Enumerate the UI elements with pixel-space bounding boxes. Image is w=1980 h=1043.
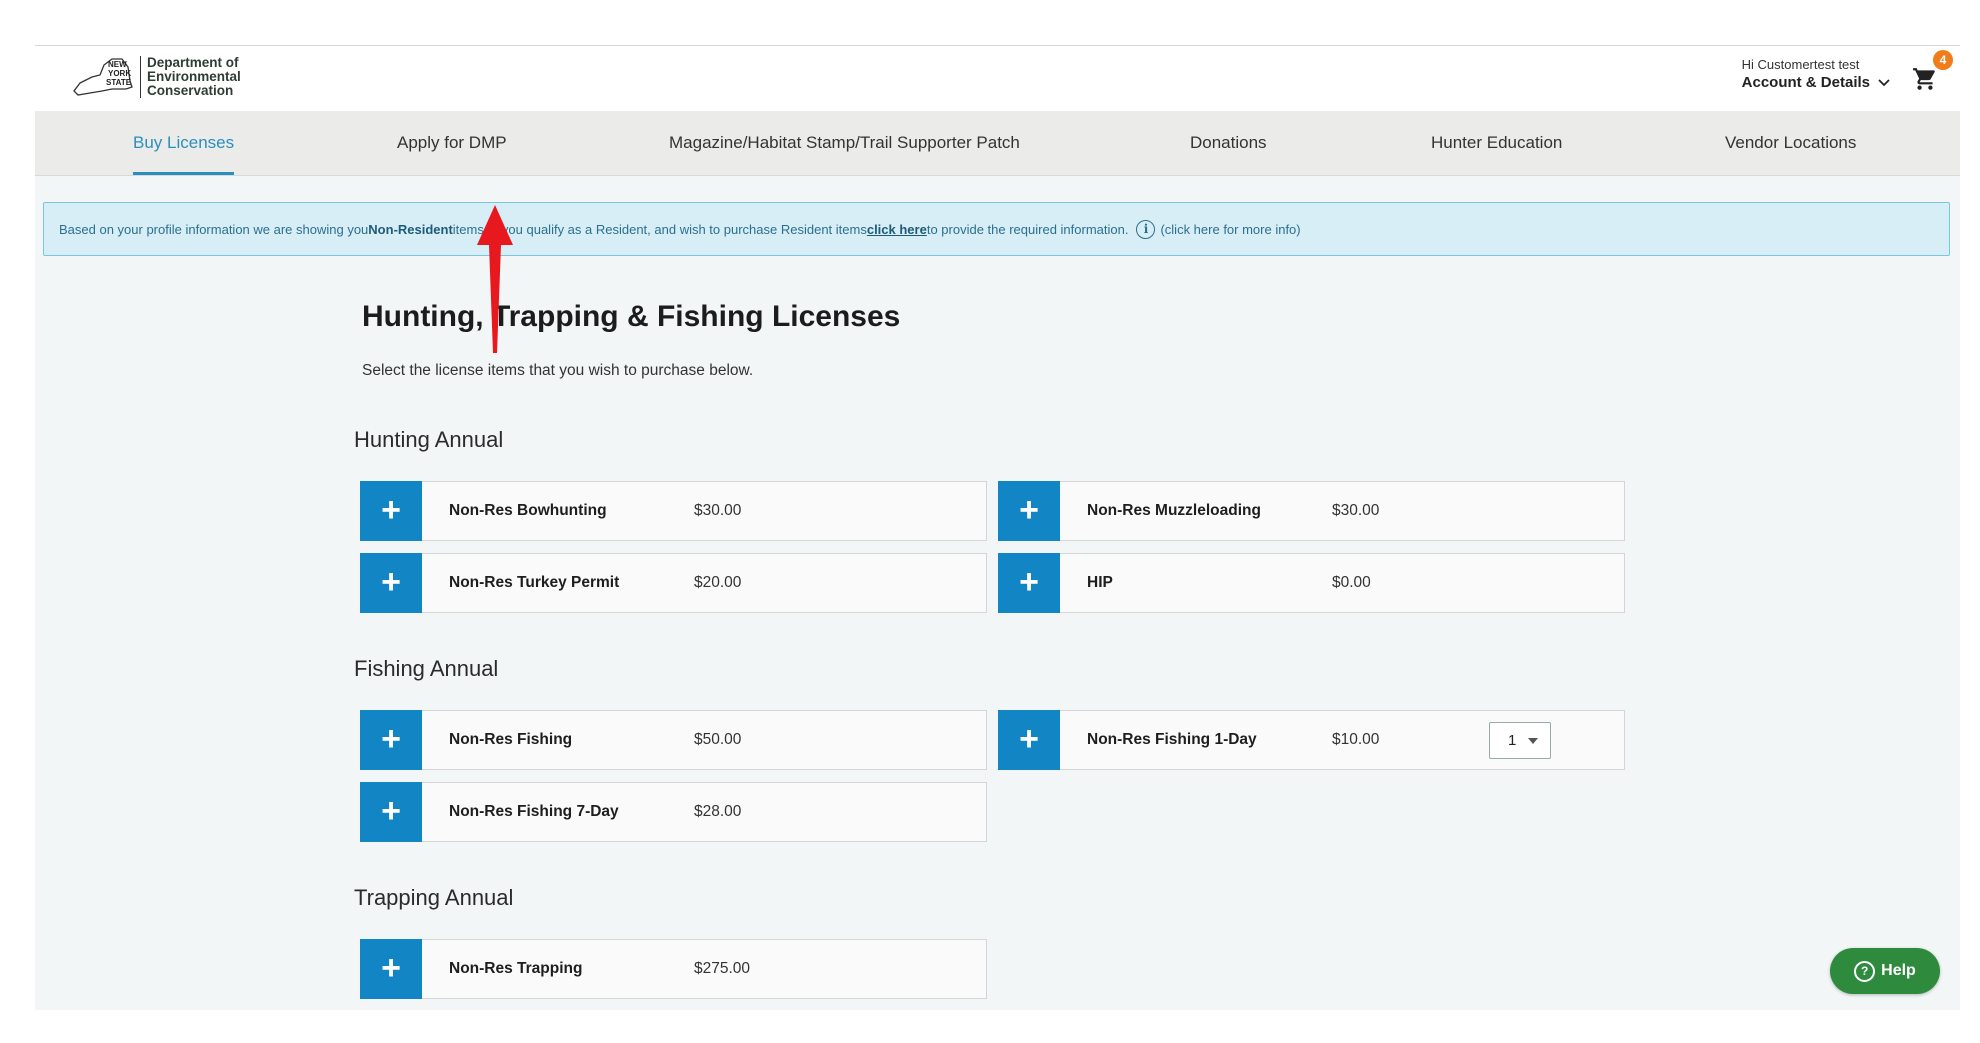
page-subtitle: Select the license items that you wish t… xyxy=(362,362,754,379)
add-button[interactable]: + xyxy=(998,481,1060,541)
license-price: $10.00 xyxy=(1332,731,1380,748)
tab-apply-for-dmp[interactable]: Apply for DMP xyxy=(397,111,507,175)
shopping-cart-button[interactable] xyxy=(1912,66,1938,92)
add-button[interactable]: + xyxy=(360,481,422,541)
tab-magazine-habitat-stamp[interactable]: Magazine/Habitat Stamp/Trail Supporter P… xyxy=(669,111,1020,175)
account-menu[interactable]: Hi Customertest test Account & Details xyxy=(1742,57,1890,91)
alert-non-resident: Non-Resident xyxy=(368,221,453,237)
license-card-non-res-muzzleloading: + Non-Res Muzzleloading $30.00 xyxy=(998,481,1625,541)
tab-hunter-education[interactable]: Hunter Education xyxy=(1431,111,1562,175)
site-header: NEW YORK STATE Department of Environment… xyxy=(35,45,1960,112)
license-name: Non-Res Trapping xyxy=(449,960,583,977)
add-button[interactable]: + xyxy=(360,939,422,999)
add-button[interactable]: + xyxy=(998,553,1060,613)
caret-down-icon xyxy=(1528,738,1538,744)
license-price: $30.00 xyxy=(694,502,742,519)
cart-icon xyxy=(1913,68,1935,90)
logo-org-line: Conservation xyxy=(147,83,234,98)
license-name: Non-Res Fishing xyxy=(449,731,573,748)
logo-state-line-3: STATE xyxy=(106,78,132,87)
chevron-down-icon xyxy=(1878,78,1890,86)
nysdec-logo[interactable]: NEW YORK STATE Department of Environment… xyxy=(72,53,241,101)
license-card-hip: + HIP $0.00 xyxy=(998,553,1625,613)
logo-state-line-2: YORK xyxy=(108,69,131,78)
tab-vendor-locations[interactable]: Vendor Locations xyxy=(1725,111,1856,175)
alert-text-suffix: to provide the required information. xyxy=(926,221,1129,237)
help-question-icon: ? xyxy=(1854,960,1876,982)
tab-buy-licenses[interactable]: Buy Licenses xyxy=(133,111,235,175)
license-price: $50.00 xyxy=(694,731,742,748)
license-price: $30.00 xyxy=(1332,502,1380,519)
help-label: Help xyxy=(1881,962,1916,979)
logo-org-line: Department of xyxy=(147,55,239,70)
license-price: $0.00 xyxy=(1332,574,1371,591)
annotation-arrow-icon xyxy=(477,205,513,353)
logo-state-line-1: NEW xyxy=(108,60,127,69)
section-title-trapping-annual: Trapping Annual xyxy=(354,885,514,910)
license-price: $20.00 xyxy=(694,574,742,591)
ny-state-outline-icon: NEW YORK STATE xyxy=(73,58,133,96)
license-name: Non-Res Fishing 7-Day xyxy=(449,803,619,820)
quantity-value: 1 xyxy=(1508,732,1517,749)
cart-count-badge: 4 xyxy=(1933,50,1953,70)
main-nav: Buy Licenses Apply for DMP Magazine/Habi… xyxy=(35,111,1960,176)
add-button[interactable]: + xyxy=(360,553,422,613)
license-card-non-res-trapping: + Non-Res Trapping $275.00 xyxy=(360,939,987,999)
add-button[interactable]: + xyxy=(360,710,422,770)
logo-org-name: Department of Environmental Conservation xyxy=(140,56,241,98)
alert-more-info-link[interactable]: (click here for more info) xyxy=(1160,222,1300,237)
license-card-non-res-turkey-permit: + Non-Res Turkey Permit $20.00 xyxy=(360,553,987,613)
logo-org-line: Environmental xyxy=(147,69,241,84)
quantity-select[interactable]: 1 xyxy=(1489,722,1551,759)
license-name: Non-Res Fishing 1-Day xyxy=(1087,731,1257,748)
user-greeting: Hi Customertest test xyxy=(1741,57,1860,72)
add-button[interactable]: + xyxy=(360,782,422,842)
license-price: $275.00 xyxy=(694,960,751,977)
account-details-dropdown[interactable]: Account & Details xyxy=(1742,74,1890,91)
license-name: Non-Res Bowhunting xyxy=(449,502,607,519)
page-title: Hunting, Trapping & Fishing Licenses xyxy=(362,300,901,333)
help-button[interactable]: ? Help xyxy=(1830,948,1940,994)
section-title-fishing-annual: Fishing Annual xyxy=(354,656,499,681)
residency-alert: Based on your profile information we are… xyxy=(43,202,1950,256)
section-title-hunting-annual: Hunting Annual xyxy=(354,427,504,452)
account-details-label: Account & Details xyxy=(1741,74,1870,91)
license-name: HIP xyxy=(1087,574,1113,591)
add-button[interactable]: + xyxy=(998,710,1060,770)
alert-click-here-link[interactable]: click here xyxy=(867,222,927,237)
license-card-non-res-fishing-7-day: + Non-Res Fishing 7-Day $28.00 xyxy=(360,782,987,842)
license-price: $28.00 xyxy=(694,803,742,820)
license-name: Non-Res Turkey Permit xyxy=(449,574,620,591)
info-icon[interactable]: i xyxy=(1136,219,1156,239)
license-card-non-res-fishing: + Non-Res Fishing $50.00 xyxy=(360,710,987,770)
license-name: Non-Res Muzzleloading xyxy=(1087,502,1261,519)
tab-donations[interactable]: Donations xyxy=(1190,111,1267,175)
app-frame: NEW YORK STATE Department of Environment… xyxy=(35,45,1960,1010)
alert-text-prefix: Based on your profile information we are… xyxy=(59,221,369,237)
license-card-non-res-bowhunting: + Non-Res Bowhunting $30.00 xyxy=(360,481,987,541)
license-card-non-res-fishing-1-day: + Non-Res Fishing 1-Day $10.00 1 xyxy=(998,710,1625,770)
